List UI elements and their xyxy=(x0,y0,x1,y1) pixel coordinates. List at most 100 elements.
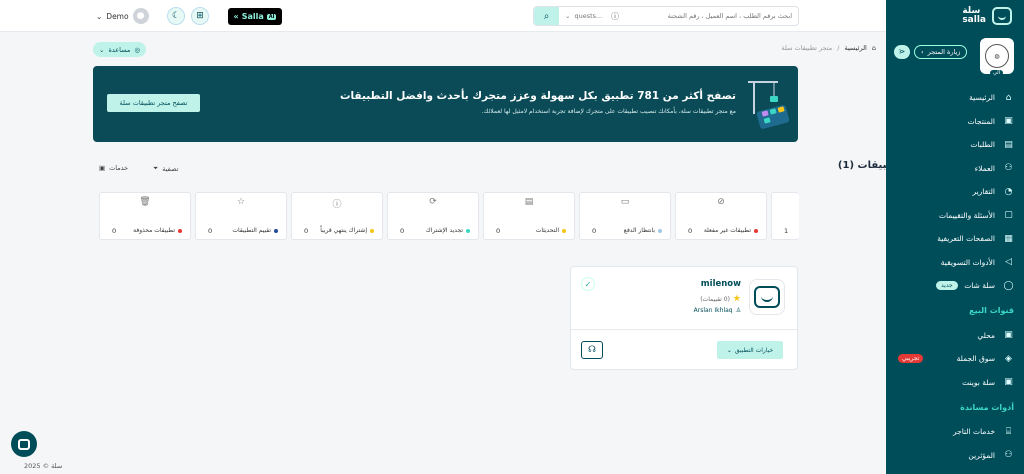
sidebar-item-products[interactable]: ▣ المنتجات xyxy=(886,110,1024,134)
stats-row: 1 ⊘ تطبيقات غير مفعلة 0 ▭ بانتظار الدفع … xyxy=(99,192,799,240)
sidebar-item-wholesale[interactable]: ◈ سوق الجملة تجريبي xyxy=(886,347,1024,371)
users-icon: ⚇ xyxy=(1004,163,1013,174)
app-options-button[interactable]: ⌄ خيارات التطبيق xyxy=(717,341,783,359)
page-icon: ▦ xyxy=(1004,233,1013,244)
gift-button[interactable]: ⊞ xyxy=(191,7,209,25)
sidebar-item-merchant-services[interactable]: ⌸ خدمات التاجر xyxy=(886,420,1024,444)
app-card[interactable]: milenow ★ (0 تقييمات) ♙ Arslan Ikhlaq ✓ … xyxy=(570,266,798,370)
sidebar-item-home[interactable]: ⌂ الرئيسية xyxy=(886,86,1024,110)
stat-label-text: بانتظار الدفع xyxy=(623,227,655,234)
browse-app-store-button[interactable]: تصفح متجر تطبيقات سلة xyxy=(107,94,200,112)
stat-value: 0 xyxy=(688,227,693,235)
sidebar-item-label: سلة بوينت xyxy=(962,377,995,387)
share-button[interactable]: ⋖ xyxy=(894,44,910,59)
sidebar-item-salla-chat[interactable]: ◯ سلة شات جديد xyxy=(886,274,1024,298)
stat-card-awaiting-payment[interactable]: ▭ بانتظار الدفع 0 xyxy=(579,192,671,240)
status-dot xyxy=(274,228,278,233)
visit-store-label: زيارة المتجر xyxy=(927,47,961,56)
services-icon: ⌸ xyxy=(1005,426,1012,437)
stat-label-text: تطبيقات غير مفعلة xyxy=(703,227,751,234)
sales-channels-nav: ▣ محلي ◈ سوق الجملة تجريبي ▣ سلة بوينت xyxy=(886,324,1024,395)
chevron-down-icon: ⌄ xyxy=(99,45,105,54)
search-input[interactable] xyxy=(621,8,798,24)
sidebar-item-pages[interactable]: ▦ الصفحات التعريفية xyxy=(886,227,1024,251)
filter-label: تصفية xyxy=(162,164,179,173)
stat-label: إشتراك ينتهي قريباً xyxy=(320,227,374,234)
info-icon: ⓘ xyxy=(611,11,619,21)
home-icon: ⌂ xyxy=(1005,92,1012,103)
visit-store: زيارة المتجر › ⋖ xyxy=(894,44,968,59)
services-button[interactable]: ▣ خدمات xyxy=(99,164,128,172)
stat-card-ratings[interactable]: ☆ تقييم التطبيقات 0 xyxy=(195,192,287,240)
briefcase-icon: ▣ xyxy=(99,164,106,172)
app-name[interactable]: milenow xyxy=(701,279,741,289)
visit-store-button[interactable]: زيارة المتجر › xyxy=(914,44,968,59)
stat-card-total[interactable]: 1 xyxy=(771,192,799,240)
filter-button[interactable]: ⏷ تصفية xyxy=(153,164,178,173)
chat-button[interactable] xyxy=(11,431,37,457)
sidebar-item-label: المنتجات xyxy=(967,116,995,126)
sidebar-item-salla-point[interactable]: ▣ سلة بوينت xyxy=(886,371,1024,395)
stat-card-expiring[interactable]: ⓘ إشتراك ينتهي قريباً 0 xyxy=(291,192,383,240)
breadcrumb: ⌂ الرئيسية / متجر تطبيقات سلة xyxy=(781,44,876,52)
stat-value: 0 xyxy=(112,227,117,235)
stat-value: 0 xyxy=(208,227,213,235)
sidebar-logo[interactable]: سلة salla xyxy=(886,0,1024,32)
user-menu[interactable]: ⌄ Demo ● xyxy=(96,8,149,24)
stat-card-updates[interactable]: ▤ التحديثات 0 xyxy=(483,192,575,240)
sidebar-item-label: المؤثرين xyxy=(968,450,995,460)
breadcrumb-home[interactable]: الرئيسية xyxy=(844,44,866,52)
chevron-down-icon: ⌄ xyxy=(96,11,103,21)
sidebar-item-reports[interactable]: ◔ التقارير xyxy=(886,180,1024,204)
refresh-icon: ⟳ xyxy=(429,197,437,207)
stat-card-deleted[interactable]: 🗑 تطبيقات محذوفة 0 xyxy=(99,192,191,240)
search-type-select[interactable]: ⌄ quests... xyxy=(559,12,609,20)
influencer-icon: ⚇ xyxy=(1004,450,1013,461)
app-logo xyxy=(749,279,785,315)
sidebar-item-label: خدمات التاجر xyxy=(952,427,995,437)
salla-ai-logo[interactable]: « Salla AI xyxy=(228,8,282,25)
stat-label: بانتظار الدفع xyxy=(624,227,662,234)
stat-card-inactive[interactable]: ⊘ تطبيقات غير مفعلة 0 xyxy=(675,192,767,240)
stat-label: تقييم التطبيقات xyxy=(232,227,278,234)
status-dot xyxy=(466,228,470,233)
stat-card-renewal[interactable]: ⟳ تجديد الإشتراك 0 xyxy=(387,192,479,240)
store-avatar[interactable]: ◍ آلي xyxy=(980,38,1014,76)
help-icon: ◎ xyxy=(134,45,141,54)
developer-name: Arslan Ikhlaq xyxy=(693,307,733,314)
stat-label: تطبيقات غير مفعلة xyxy=(704,227,758,234)
stat-label-text: التحديثات xyxy=(535,227,559,234)
support-button[interactable]: ☊ xyxy=(581,341,603,359)
sidebar-item-marketing[interactable]: ◁ الأدوات التسويقية xyxy=(886,251,1024,275)
sidebar-item-label: التقارير xyxy=(972,187,995,197)
stat-value: 0 xyxy=(592,227,597,235)
share-icon: ⋖ xyxy=(898,47,906,56)
sidebar-item-customers[interactable]: ⚇ العملاء xyxy=(886,157,1024,181)
status-dot xyxy=(658,228,662,233)
sidebar-item-influencers[interactable]: ⚇ المؤثرين xyxy=(886,444,1024,468)
stat-label: التحديثات xyxy=(536,227,566,234)
user-icon: ♙ xyxy=(735,307,741,314)
chevron-left-icon: › xyxy=(921,47,924,56)
help-button[interactable]: ⌄ مساعدة ◎ xyxy=(93,42,147,57)
support-tools-title: أدوات مساندة xyxy=(960,402,1014,412)
stat-value: 0 xyxy=(304,227,309,235)
star-icon: ★ xyxy=(732,294,741,304)
status-dot xyxy=(370,228,374,233)
search-button[interactable]: ⌕ xyxy=(534,7,559,25)
headset-icon: ☊ xyxy=(588,345,596,355)
whatsapp-icon: ◯ xyxy=(1003,280,1014,291)
sidebar-nav: ⌂ الرئيسية ▣ المنتجات ▤ الطلبات ⚇ العملاء ◔ ا… xyxy=(886,82,1024,298)
breadcrumb-separator: / xyxy=(837,44,840,52)
banner-title: تصفح أكثر من 781 تطبيق بكل سهولة وعزز مت… xyxy=(339,90,736,102)
sidebar-item-reviews[interactable]: ▢ الأسئلة والتقييمات xyxy=(886,204,1024,228)
book-icon: ▤ xyxy=(524,197,534,207)
sidebar-item-label: الطلبات xyxy=(970,140,995,150)
app-developer: ♙ Arslan Ikhlaq xyxy=(694,307,741,314)
sidebar-item-orders[interactable]: ▤ الطلبات xyxy=(886,133,1024,157)
app-rating: ★ (0 تقييمات) xyxy=(700,294,741,304)
banner-illustration-icon xyxy=(748,81,790,129)
dark-mode-button[interactable]: ☾ xyxy=(167,7,185,25)
sidebar-item-local[interactable]: ▣ محلي xyxy=(886,324,1024,348)
stat-label-text: إشتراك ينتهي قريباً xyxy=(320,227,367,234)
